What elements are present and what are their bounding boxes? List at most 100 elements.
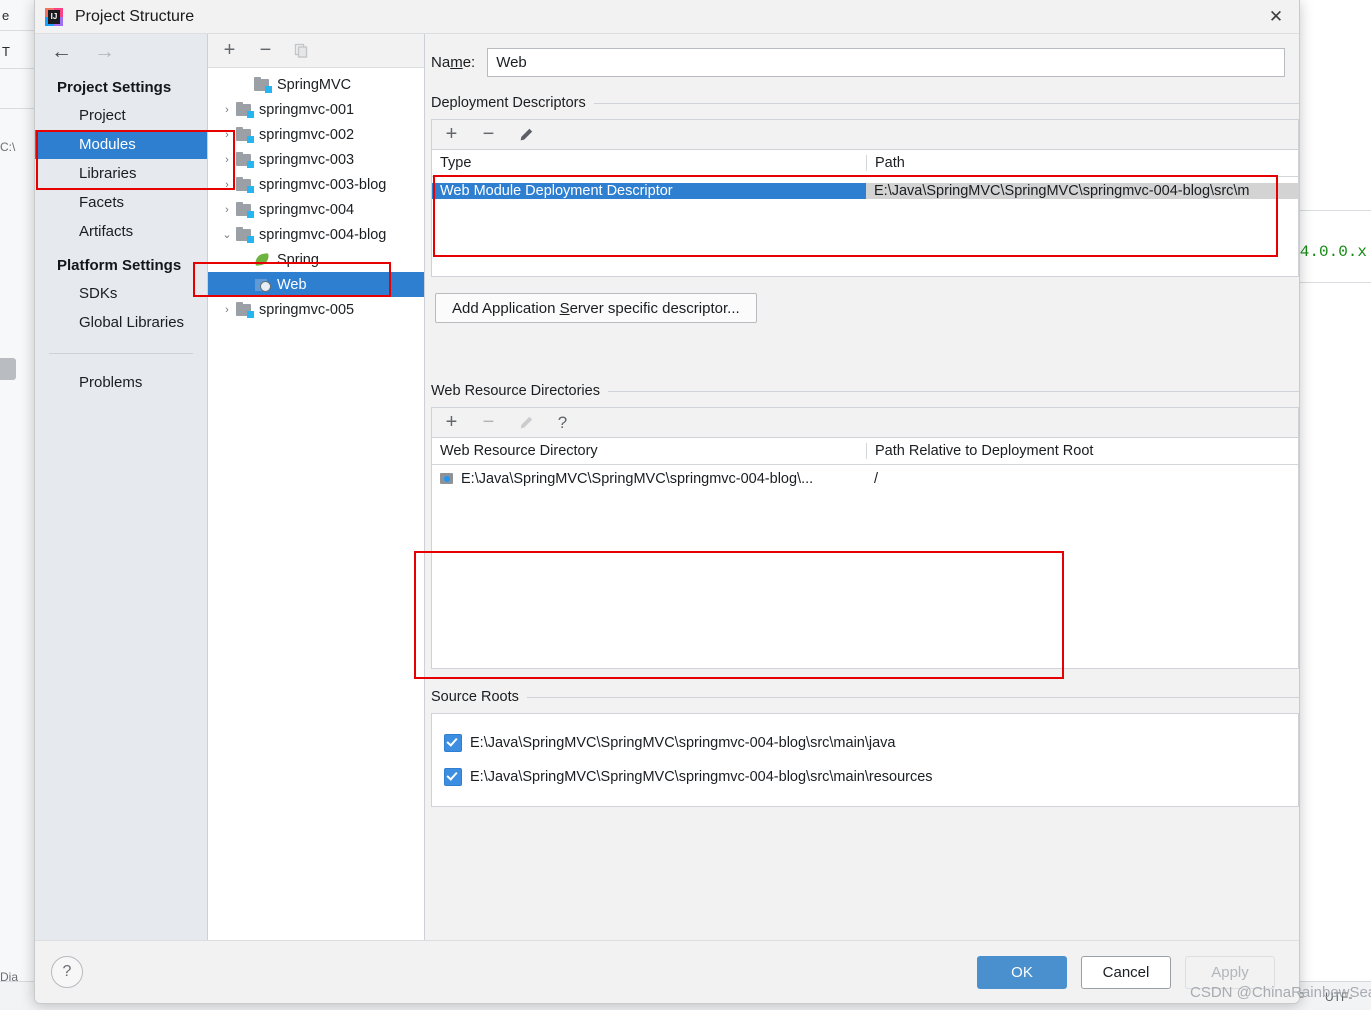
source-root-item[interactable]: E:\Java\SpringMVC\SpringMVC\springmvc-00…	[432, 760, 1298, 794]
section-rule	[607, 390, 1299, 392]
bg-fragment-0: e	[2, 8, 10, 23]
module-folder-icon	[236, 302, 254, 318]
tree-twisty[interactable]: ›	[218, 304, 236, 316]
tree-row-web-facet[interactable]: Web	[208, 272, 424, 297]
sidebar-item-modules[interactable]: Modules	[35, 130, 207, 159]
section-rule	[526, 696, 1299, 698]
tree-row-springmvc-004-blog[interactable]: ⌄ springmvc-004-blog	[208, 222, 424, 247]
forward-arrow-icon[interactable]: →	[94, 41, 115, 62]
help-icon[interactable]: ?	[51, 956, 83, 988]
module-folder-icon	[254, 77, 272, 93]
tree-twisty[interactable]: ⌄	[218, 228, 236, 241]
sidebar-item-libraries[interactable]: Libraries	[35, 159, 207, 188]
deployment-descriptors-table[interactable]: Type Path Web Module Deployment Descript…	[431, 149, 1299, 277]
deployment-descriptors-section: Deployment Descriptors + − Type Path Web…	[425, 95, 1299, 323]
add-web-resource-icon[interactable]: +	[442, 411, 461, 433]
add-descriptor-icon[interactable]: +	[442, 123, 461, 145]
web-resource-directories-table[interactable]: Web Resource Directory Path Relative to …	[431, 437, 1299, 669]
tree-twisty[interactable]: ›	[218, 204, 236, 216]
add-module-icon[interactable]: +	[220, 39, 239, 61]
edit-web-resource-pencil-icon[interactable]	[516, 413, 535, 432]
column-header-relative-path[interactable]: Path Relative to Deployment Root	[866, 443, 1298, 459]
remove-module-icon[interactable]: −	[256, 39, 275, 61]
name-input[interactable]	[487, 48, 1285, 77]
web-resource-directories-header: Web Resource Directories	[431, 383, 1299, 399]
section-title: Web Resource Directories	[431, 383, 600, 399]
module-folder-icon	[236, 227, 254, 243]
folder-dot-icon	[440, 472, 455, 485]
close-icon[interactable]: ✕	[1253, 0, 1299, 33]
sidebar-item-sdks[interactable]: SDKs	[35, 279, 207, 308]
deployment-descriptors-toolbar: + −	[431, 119, 1299, 149]
sidebar-item-project[interactable]: Project	[35, 101, 207, 130]
editor-version-text: 4.0.0.x	[1299, 243, 1367, 261]
tree-row-springmvc-001[interactable]: › springmvc-001	[208, 97, 424, 122]
tree-row-springmvc-004[interactable]: › springmvc-004	[208, 197, 424, 222]
tree-row-springmvc[interactable]: SpringMVC	[208, 72, 424, 97]
tree-row-springmvc-003-blog[interactable]: › springmvc-003-blog	[208, 172, 424, 197]
tree-twisty[interactable]: ›	[218, 129, 236, 141]
tree-row-label: springmvc-004	[259, 201, 355, 218]
module-folder-icon	[236, 102, 254, 118]
back-arrow-icon[interactable]: ←	[51, 41, 72, 62]
cell-type: Web Module Deployment Descriptor	[432, 182, 866, 199]
sidebar-group-platform-settings: Platform Settings	[57, 257, 182, 274]
table-row[interactable]: Web Module Deployment Descriptor E:\Java…	[432, 177, 1298, 204]
tree-row-springmvc-005[interactable]: › springmvc-005	[208, 297, 424, 322]
tree-row-label: SpringMVC	[277, 76, 352, 93]
web-resource-directories-section: Web Resource Directories + − ? Web Resou…	[425, 383, 1299, 669]
web-facet-icon	[254, 277, 271, 292]
sidebar-item-facets[interactable]: Facets	[35, 188, 207, 217]
remove-descriptor-icon[interactable]: −	[479, 123, 498, 145]
tree-row-label: Web	[277, 276, 307, 293]
section-title: Source Roots	[431, 689, 519, 705]
bg-divider	[0, 108, 34, 109]
cancel-button[interactable]: Cancel	[1081, 955, 1171, 989]
web-resource-directories-toolbar: + − ?	[431, 407, 1299, 437]
section-rule	[593, 102, 1299, 104]
copy-module-icon[interactable]	[292, 41, 311, 60]
tree-twisty[interactable]: ›	[218, 179, 236, 191]
tree-row-label: springmvc-002	[259, 126, 355, 143]
tree-row-springmvc-003[interactable]: › springmvc-003	[208, 147, 424, 172]
name-row: Name:	[425, 34, 1299, 77]
tree-twisty[interactable]: ›	[218, 154, 236, 166]
screen-root: e T C:\ Dia o C 4.0.0.x LF UTF- IJ Proje…	[0, 0, 1371, 1010]
source-roots-list: E:\Java\SpringMVC\SpringMVC\springmvc-00…	[431, 713, 1299, 807]
modules-tree-toolbar: + −	[208, 34, 424, 68]
add-application-server-descriptor-button[interactable]: Add Application Server specific descript…	[435, 293, 757, 323]
source-root-checkbox[interactable]	[444, 768, 462, 786]
watermark-text: CSDN @ChinaRainbowSea	[1190, 984, 1371, 1001]
section-title: Deployment Descriptors	[431, 95, 586, 111]
source-root-item[interactable]: E:\Java\SpringMVC\SpringMVC\springmvc-00…	[432, 726, 1298, 760]
spring-facet-icon	[254, 252, 271, 267]
tree-row-label: springmvc-004-blog	[259, 226, 387, 243]
tree-row-springmvc-002[interactable]: › springmvc-002	[208, 122, 424, 147]
bg-divider	[0, 68, 34, 69]
sidebar-item-problems[interactable]: Problems	[35, 368, 207, 397]
project-structure-dialog: IJ Project Structure ✕ ← → Project Setti…	[34, 0, 1300, 1004]
table-header-row: Type Path	[432, 150, 1298, 177]
ok-button[interactable]: OK	[977, 955, 1067, 989]
modules-tree-list[interactable]: SpringMVC › springmvc-001 › springmvc-00…	[208, 68, 424, 940]
column-header-path[interactable]: Path	[866, 155, 1298, 171]
sidebar-item-global-libraries[interactable]: Global Libraries	[35, 308, 207, 337]
remove-web-resource-icon[interactable]: −	[479, 411, 498, 433]
tree-row-label: springmvc-005	[259, 301, 355, 318]
table-row[interactable]: E:\Java\SpringMVC\SpringMVC\springmvc-00…	[432, 465, 1298, 492]
column-header-web-resource-directory[interactable]: Web Resource Directory	[432, 443, 866, 459]
module-folder-icon	[236, 202, 254, 218]
source-root-checkbox[interactable]	[444, 734, 462, 752]
tree-row-label: springmvc-003	[259, 151, 355, 168]
edit-descriptor-pencil-icon[interactable]	[516, 125, 535, 144]
tree-twisty[interactable]: ›	[218, 104, 236, 116]
source-root-path: E:\Java\SpringMVC\SpringMVC\springmvc-00…	[470, 769, 933, 785]
bg-divider	[1298, 210, 1371, 211]
column-header-type[interactable]: Type	[432, 155, 866, 171]
sidebar-item-artifacts[interactable]: Artifacts	[35, 217, 207, 246]
sidebar-history-toolbar: ← →	[35, 34, 207, 68]
bg-scroll-handle	[0, 358, 16, 380]
tree-row-spring-facet[interactable]: Spring	[208, 247, 424, 272]
web-resource-help-icon[interactable]: ?	[553, 413, 572, 432]
source-roots-section: Source Roots E:\Java\SpringMVC\SpringMVC…	[425, 689, 1299, 807]
